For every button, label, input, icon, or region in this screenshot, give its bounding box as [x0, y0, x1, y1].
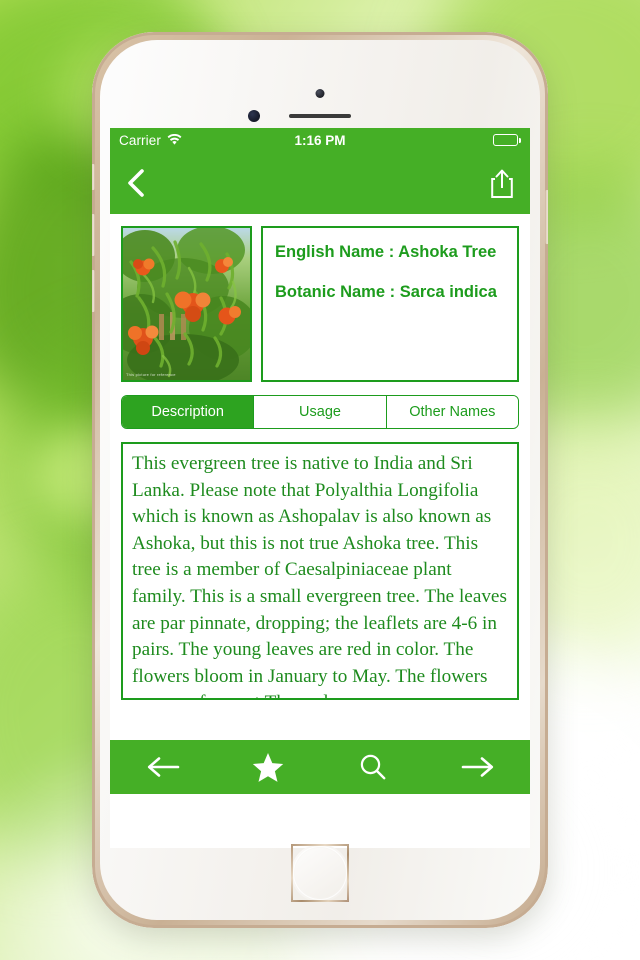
silent-switch[interactable]	[92, 164, 95, 190]
english-name-label: English Name : Ashoka Tree	[275, 243, 497, 261]
plant-photo-foliage	[123, 228, 250, 380]
description-panel[interactable]: This evergreen tree is native to India a…	[121, 442, 519, 700]
tab-description[interactable]: Description	[122, 396, 255, 428]
battery-full-icon	[493, 134, 521, 146]
plant-photo[interactable]: This picture for reference	[121, 226, 252, 382]
favorite-button[interactable]	[215, 740, 320, 794]
search-icon	[359, 753, 387, 781]
next-button[interactable]	[425, 740, 530, 794]
back-button[interactable]	[126, 163, 160, 203]
volume-up-button[interactable]	[92, 214, 95, 256]
previous-button[interactable]	[110, 740, 215, 794]
arrow-left-icon	[146, 756, 180, 778]
plant-name-card: English Name : Ashoka Tree Botanic Name …	[261, 226, 519, 382]
search-button[interactable]	[320, 740, 425, 794]
wifi-icon	[167, 134, 182, 146]
volume-down-button[interactable]	[92, 270, 95, 312]
share-icon	[490, 168, 514, 199]
earpiece-speaker	[289, 114, 351, 118]
description-text: This evergreen tree is native to India a…	[132, 453, 507, 698]
star-filled-icon	[252, 752, 284, 783]
share-button[interactable]	[480, 163, 514, 203]
tab-usage[interactable]: Usage	[254, 396, 387, 428]
navigation-bar	[110, 152, 530, 214]
phone-mockup: Carrier 1:16 PM This picture for referen…	[92, 32, 548, 928]
home-button-inner	[295, 848, 345, 898]
front-camera-icon	[315, 89, 325, 98]
content-area: This picture for reference English Name …	[110, 214, 530, 794]
chevron-left-icon	[126, 168, 146, 198]
status-bar: Carrier 1:16 PM	[110, 128, 530, 152]
botanic-name-label: Botanic Name : Sarca indica	[275, 283, 497, 302]
phone-screen: Carrier 1:16 PM This picture for referen…	[110, 128, 530, 848]
power-button[interactable]	[545, 190, 548, 244]
carrier-label: Carrier	[119, 132, 161, 148]
plant-info-row: This picture for reference English Name …	[121, 226, 519, 382]
tab-other-names[interactable]: Other Names	[386, 396, 518, 428]
bottom-toolbar	[110, 740, 530, 794]
photo-credit-label: This picture for reference	[126, 372, 176, 377]
arrow-right-icon	[461, 756, 495, 778]
home-button[interactable]	[291, 844, 349, 902]
tab-bar: Description Usage Other Names	[121, 395, 519, 429]
proximity-sensor-icon	[248, 110, 260, 122]
